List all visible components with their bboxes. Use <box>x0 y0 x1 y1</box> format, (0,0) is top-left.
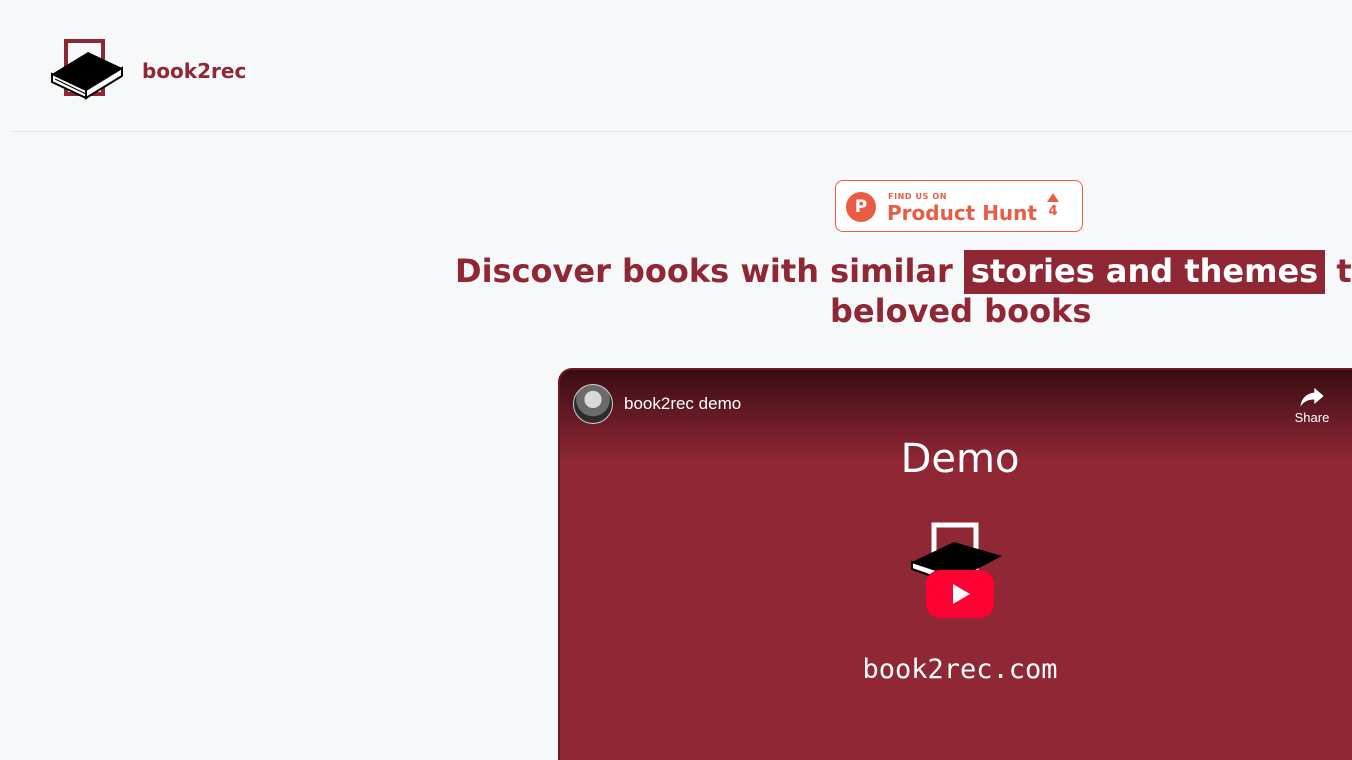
product-hunt-small-label: FIND US ON <box>888 192 948 201</box>
video-demo-text: Demo <box>900 436 1020 482</box>
product-hunt-icon: P <box>846 192 876 222</box>
page: book2rec P FIND US ON Product Hunt 4 Dis… <box>0 0 1352 760</box>
upvote-count: 4 <box>1048 204 1058 219</box>
book-logo-icon <box>51 39 123 100</box>
brand-name: book2rec <box>142 59 247 83</box>
headline-highlight: stories and themes <box>963 250 1326 294</box>
channel-avatar[interactable] <box>573 384 613 424</box>
video-url-text: book2rec.com <box>862 654 1058 685</box>
product-hunt-badge[interactable]: P FIND US ON Product Hunt 4 <box>835 180 1083 232</box>
headline-line-1: Discover books with similar stories and … <box>455 250 1352 294</box>
upvote-widget: 4 <box>1046 191 1060 220</box>
play-button[interactable] <box>926 570 994 618</box>
demo-video-player[interactable]: book2rec demo Share Demo book2rec.com <box>560 370 1352 760</box>
brand-link[interactable]: book2rec <box>50 38 246 104</box>
headline-line-2: beloved books <box>830 292 1092 330</box>
share-icon <box>1300 387 1324 407</box>
upvote-arrow-icon <box>1047 193 1059 202</box>
product-hunt-label: Product Hunt <box>887 201 1037 225</box>
site-header: book2rec <box>10 0 1352 132</box>
share-button[interactable]: Share <box>1287 382 1337 425</box>
headline-before: Discover books with similar <box>455 252 953 290</box>
video-title[interactable]: book2rec demo <box>624 394 741 414</box>
headline-after: to your <box>1336 252 1352 290</box>
share-label: Share <box>1294 410 1330 425</box>
play-icon <box>953 584 970 604</box>
